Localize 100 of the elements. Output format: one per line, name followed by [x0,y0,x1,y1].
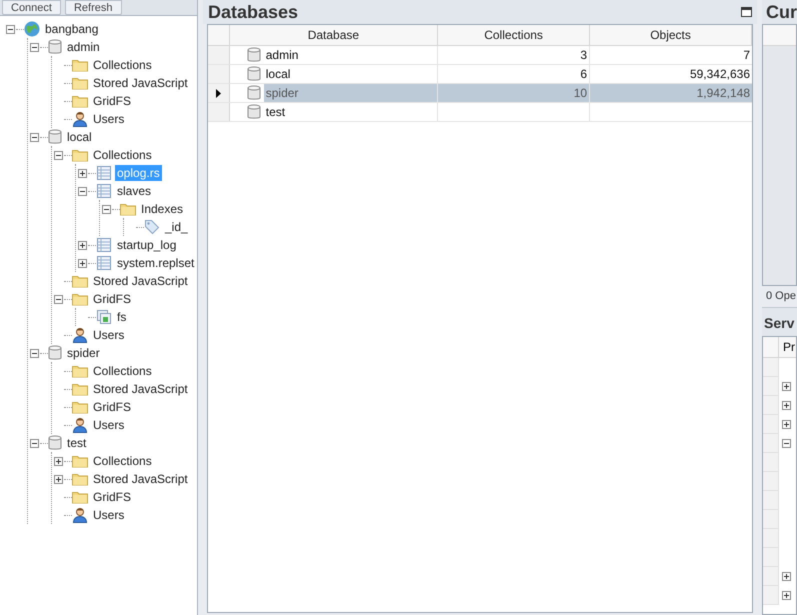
row-header [763,491,779,510]
row-header [763,472,779,491]
tree-item[interactable]: system.replset [115,255,196,271]
grid-header [763,25,796,46]
collapse-icon[interactable] [54,294,62,304]
toolbar-button[interactable]: Refresh [64,0,122,15]
expand-icon[interactable] [54,474,62,484]
database-icon [246,85,261,101]
tree-item[interactable]: bangbang [43,21,100,37]
maximize-icon[interactable] [741,7,752,17]
row-header [763,529,779,548]
table-cell-text: admin [264,47,300,64]
tree-item[interactable]: Users [91,417,126,433]
tree-item[interactable]: spider [65,345,102,361]
folder-icon [72,76,88,90]
column-header[interactable]: Objects [590,25,752,45]
folder-icon [72,94,88,108]
row-header [763,434,779,453]
collapse-icon[interactable] [30,132,38,142]
table-cell-text: 7 [743,47,750,64]
row-header [208,65,230,83]
toolbar-button[interactable]: Connect [2,0,61,15]
expand-icon[interactable] [78,240,86,250]
panel-title: Serv [764,314,794,333]
collapse-icon[interactable] [54,150,62,160]
folder-icon [72,400,88,414]
table-cell-text: 3 [580,47,588,64]
tree-item[interactable]: Stored JavaScript [91,273,190,289]
tree-item[interactable]: GridFS [91,291,134,307]
collapse-icon[interactable] [30,438,38,448]
tree-item[interactable]: Users [91,111,126,127]
expand-icon[interactable] [782,382,791,391]
table-row[interactable]: spider 10 1,942,148 [208,84,752,103]
tree-item[interactable]: Indexes [139,201,186,217]
tree-item[interactable]: GridFS [91,489,134,505]
user-icon [72,327,88,343]
table-icon [96,255,112,271]
folder-icon [72,364,88,378]
expand-icon[interactable] [54,456,62,466]
database-icon [48,129,62,145]
collapse-icon[interactable] [102,204,110,214]
table-cell-text: 10 [574,85,588,102]
table-cell-text: 6 [580,66,588,83]
column-header[interactable]: Database [230,25,438,45]
row-pointer-icon [216,88,221,98]
tree-item[interactable]: Collections [91,363,154,379]
tree-item[interactable]: Stored JavaScript [91,381,190,397]
expand-icon[interactable] [782,572,791,581]
tree-item[interactable]: Collections [91,147,154,163]
database-icon [246,104,261,120]
row-header [763,510,779,529]
database-icon [48,39,62,55]
folder-icon [72,148,88,162]
expand-icon[interactable] [782,420,791,429]
folder-icon [72,292,88,306]
tree-item[interactable]: Stored JavaScript [91,75,190,91]
folder-icon [72,382,88,396]
table-cell-text: 1,942,148 [696,85,750,102]
tree-item[interactable]: Collections [91,57,154,73]
tree-item[interactable]: Users [91,507,126,523]
table-row[interactable]: admin 3 7 [208,46,752,65]
row-header [763,453,779,472]
folder-icon [72,472,88,486]
database-icon [48,435,62,451]
row-header [763,415,779,434]
table-icon [96,183,112,199]
tree-item[interactable]: GridFS [91,399,134,415]
table-cell-text: local [264,66,292,83]
row-header [763,586,779,605]
tree-item[interactable]: local [65,129,94,145]
tree-item[interactable]: _id_ [163,219,190,235]
tree-item[interactable]: startup_log [115,237,178,253]
table-row[interactable]: test [208,103,752,122]
row-header [208,103,230,121]
folder-icon [120,202,136,216]
tree-item[interactable]: Stored JavaScript [91,471,190,487]
row-header [763,396,779,415]
collapse-icon[interactable] [30,348,38,358]
expand-icon[interactable] [782,401,791,410]
table-cell-text: 59,342,636 [690,66,750,83]
database-icon [246,66,261,82]
tree-item[interactable]: test [65,435,88,451]
expand-icon[interactable] [78,168,86,178]
tree-item[interactable]: fs [115,309,128,325]
tag-icon [144,219,160,235]
panel-title: Databases [208,0,298,24]
expand-icon[interactable] [782,591,791,600]
tree-item[interactable]: Users [91,327,126,343]
table-icon [96,165,112,181]
tree-item[interactable]: Collections [91,453,154,469]
tree-item[interactable]: admin [65,39,102,55]
collapse-icon[interactable] [6,24,14,34]
collapse-icon[interactable] [78,186,86,196]
collapse-icon[interactable] [782,439,791,448]
tree-item[interactable]: slaves [115,183,154,199]
database-icon [48,345,62,361]
collapse-icon[interactable] [30,42,38,52]
tree-item[interactable]: GridFS [91,93,134,109]
expand-icon[interactable] [78,258,86,268]
column-header[interactable]: Collections [438,25,590,45]
